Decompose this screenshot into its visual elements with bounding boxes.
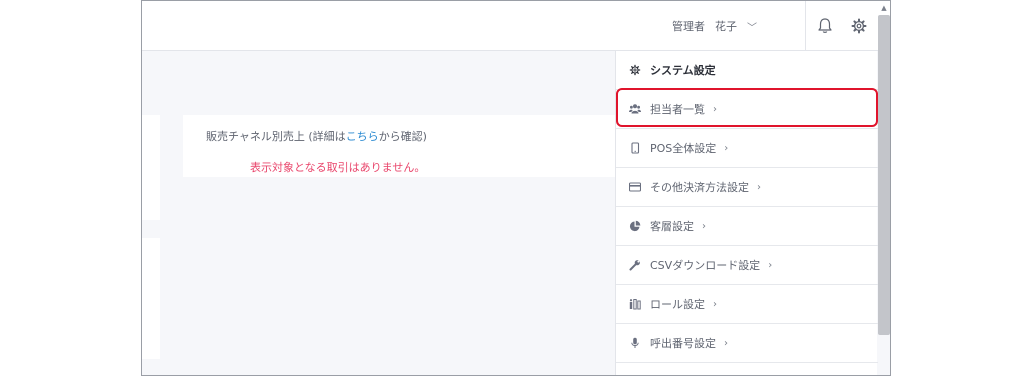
chevron-right-icon: ›	[702, 220, 706, 232]
menu-item-pos-settings[interactable]: POS全体設定 ›	[616, 129, 878, 168]
wrench-icon	[629, 259, 641, 271]
gear-icon	[629, 64, 641, 76]
menu-item-label: その他決済方法設定	[650, 181, 749, 194]
menu-item-role-settings[interactable]: ロール設定 ›	[616, 285, 878, 324]
chevron-right-icon: ›	[757, 181, 761, 193]
scrollbar[interactable]	[878, 15, 890, 335]
scroll-up-arrow-icon[interactable]: ▲	[880, 4, 888, 12]
card-title: 販売チャネル別売上 (詳細はこちらから確認)	[206, 130, 427, 143]
chevron-right-icon: ›	[724, 142, 729, 154]
chevron-down-icon: ﹀	[747, 22, 757, 34]
bell-icon[interactable]	[814, 15, 836, 37]
microphone-icon	[629, 337, 641, 349]
details-link[interactable]: こちら	[346, 130, 379, 143]
menu-item-csv-download-settings[interactable]: CSVダウンロード設定 ›	[616, 246, 878, 285]
menu-item-label: CSVダウンロード設定	[650, 259, 761, 272]
app-window: 管理者 花子 ﹀ ▲ 販売チャネル別売上 (詳細はこちらから確認) 表示対象とな…	[141, 0, 891, 376]
summary-card-partial	[142, 238, 160, 359]
tablet-icon	[629, 142, 641, 154]
menu-item-system-settings[interactable]: システム設定	[616, 51, 878, 90]
chevron-right-icon: ›	[724, 337, 728, 349]
pie-chart-icon	[629, 220, 641, 232]
menu-item-other-payment-settings[interactable]: その他決済方法設定 ›	[616, 168, 878, 207]
roles-icon	[629, 298, 641, 310]
menu-item-label: ロール設定	[650, 298, 705, 311]
empty-message: 表示対象となる取引はありません。	[250, 161, 426, 174]
chevron-right-icon: ›	[768, 259, 773, 271]
header-divider	[805, 1, 806, 51]
chevron-right-icon: ›	[713, 298, 717, 310]
user-name: 花子	[715, 20, 737, 33]
top-bar: 管理者 花子 ﹀	[142, 1, 890, 51]
menu-item-label: システム設定	[650, 64, 716, 77]
sales-by-channel-card: 販売チャネル別売上 (詳細はこちらから確認) 表示対象となる取引はありません。	[183, 115, 623, 177]
menu-item-customer-segment-settings[interactable]: 客層設定 ›	[616, 207, 878, 246]
menu-item-call-number-settings[interactable]: 呼出番号設定 ›	[616, 324, 878, 363]
credit-card-icon	[629, 181, 641, 193]
menu-item-label: POS全体設定	[650, 142, 717, 155]
menu-item-label: 呼出番号設定	[650, 337, 716, 350]
menu-item-label: 客層設定	[650, 220, 694, 233]
user-menu[interactable]: 管理者 花子 ﹀	[672, 18, 757, 34]
highlight-box	[616, 88, 878, 127]
user-role: 管理者	[672, 20, 705, 33]
summary-card-partial	[142, 115, 160, 220]
gear-icon[interactable]	[848, 15, 870, 37]
